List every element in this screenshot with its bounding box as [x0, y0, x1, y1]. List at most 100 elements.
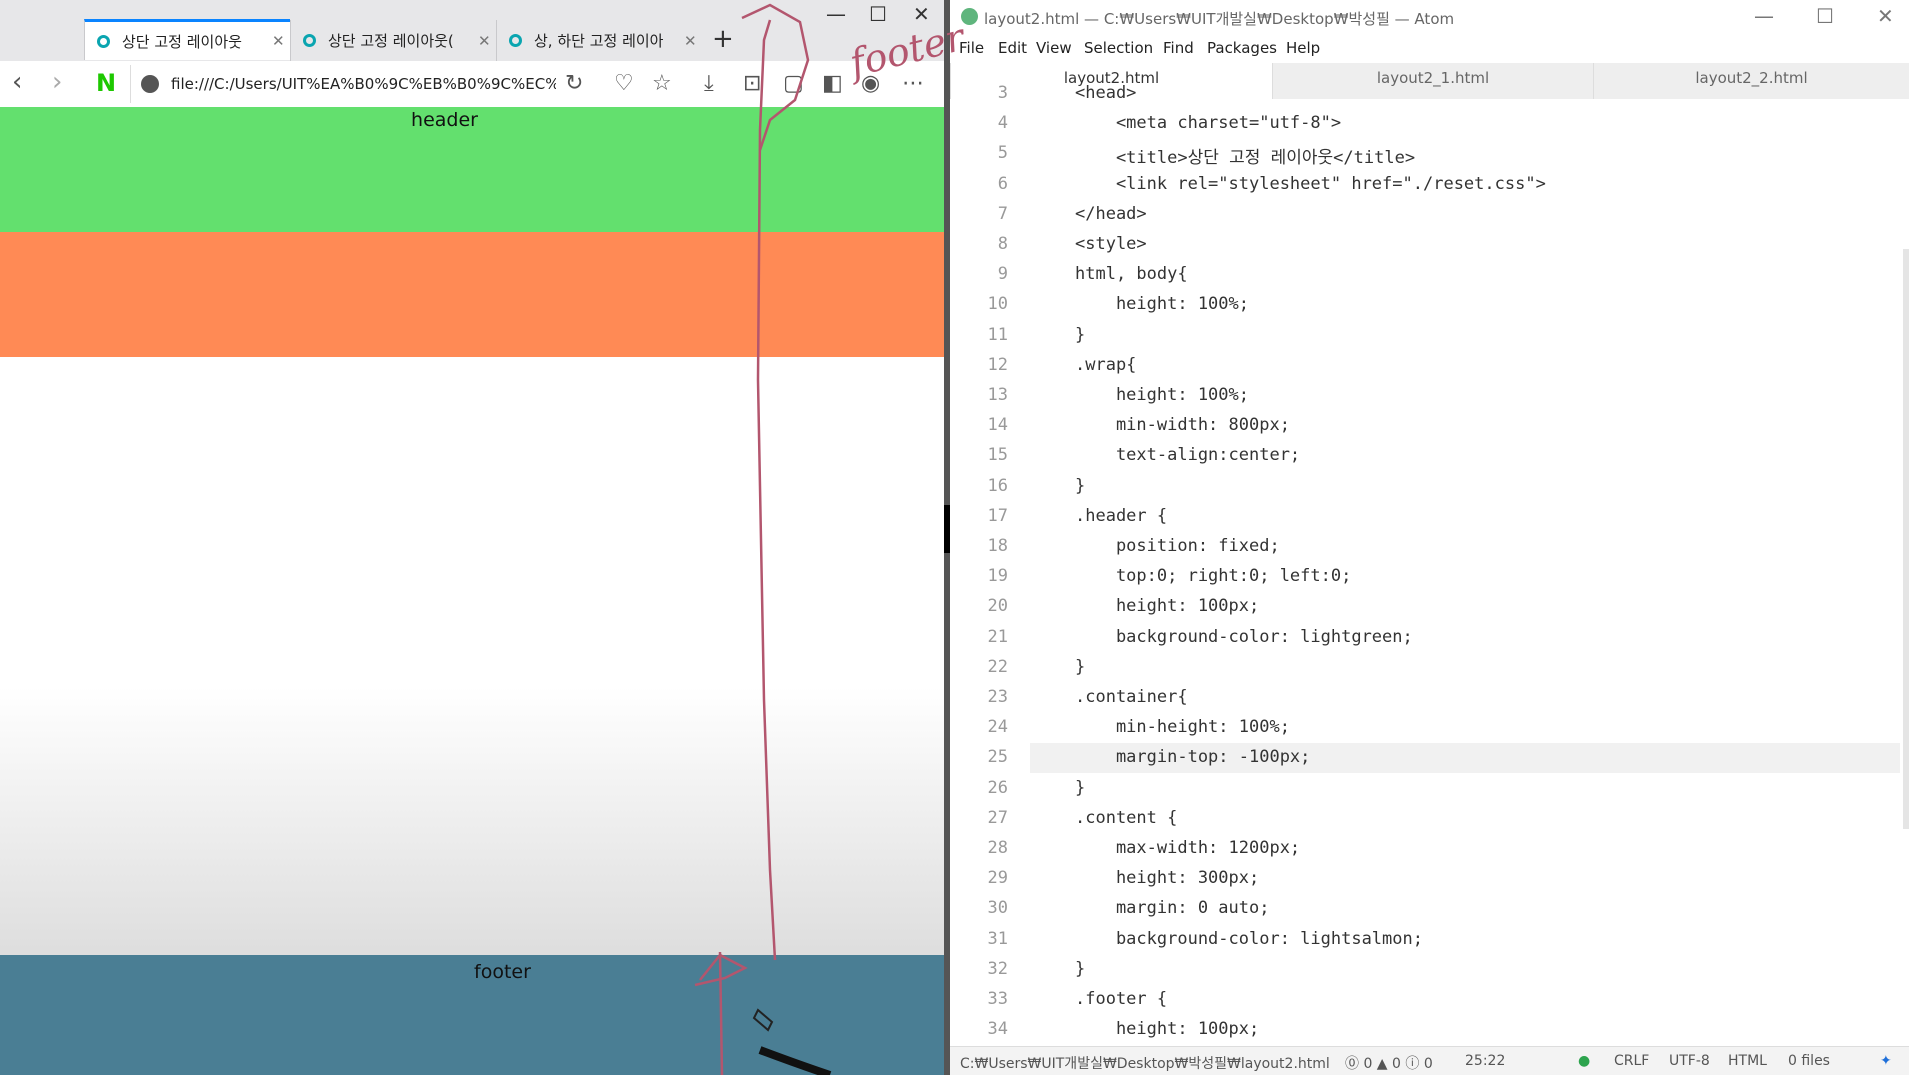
code-editor[interactable]: 3 4 5 6 7 8 9 10 11 12 13 14 15 16 17 18 19 20 21 22 23 24 25 2… [950, 83, 1909, 1046]
minimize-icon[interactable]: — [1754, 4, 1774, 28]
line-number: 10 [987, 294, 1008, 315]
reader-icon[interactable]: ▢ [783, 71, 804, 96]
menu-file[interactable]: File [959, 39, 984, 57]
site-info-icon[interactable] [141, 75, 159, 93]
file-count[interactable]: 0 files [1788, 1053, 1830, 1069]
menu-help[interactable]: Help [1286, 39, 1320, 57]
loading-icon [97, 34, 110, 48]
code-line[interactable]: height: 100%; [1075, 385, 1249, 405]
menu-find[interactable]: Find [1163, 39, 1194, 57]
naver-logo-icon[interactable]: N [96, 69, 116, 97]
tab-title: 상, 하단 고정 레이아 [534, 32, 664, 50]
line-number: 20 [987, 596, 1008, 617]
atom-titlebar: layout2.html — C:₩Users₩UIT개발실₩Desktop₩박… [950, 0, 1909, 33]
line-number: 8 [997, 234, 1008, 254]
address-bar[interactable]: file:///C:/Users/UIT%EA%B0%9C%EB%B0%9C%E… [130, 65, 556, 103]
diagnostics-count[interactable]: ⓪ 0 ▲ 0 ⓘ 0 [1345, 1053, 1433, 1073]
line-ending[interactable]: CRLF [1614, 1053, 1649, 1069]
tab-layout2-1[interactable]: layout2_1.html [1272, 63, 1593, 99]
sidebar-icon[interactable]: ◧ [822, 71, 843, 96]
code-line[interactable]: } [1075, 959, 1085, 979]
line-number: 31 [987, 928, 1008, 949]
code-line[interactable]: background-color: lightgreen; [1075, 627, 1413, 647]
close-tab-icon[interactable]: ✕ [272, 32, 285, 50]
browser-tab-1[interactable]: 상단 고정 레이아웃 ✕ [84, 19, 290, 60]
menu-more-icon[interactable]: ⋯ [902, 71, 924, 96]
navigation-bar: ‹ › N file:///C:/Users/UIT%EA%B0%9C%EB%B… [0, 61, 945, 108]
code-line[interactable]: height: 100%; [1075, 294, 1249, 314]
code-line[interactable]: } [1075, 325, 1085, 345]
code-line[interactable]: <style> [1075, 234, 1147, 254]
reload-icon[interactable]: ↻ [565, 71, 583, 96]
code-line[interactable]: <meta charset="utf-8"> [1075, 113, 1341, 133]
code-line[interactable]: min-height: 100%; [1075, 717, 1290, 737]
back-icon[interactable]: ‹ [12, 67, 22, 97]
encoding[interactable]: UTF-8 [1669, 1053, 1710, 1069]
code-line[interactable]: height: 100px; [1075, 1019, 1259, 1039]
code-line[interactable]: .content { [1075, 808, 1177, 828]
close-window-icon[interactable]: ✕ [913, 2, 930, 26]
url-text[interactable]: file:///C:/Users/UIT%EA%B0%9C%EB%B0%9C%E… [171, 75, 556, 93]
line-number: 16 [987, 475, 1008, 496]
code-line[interactable]: text-align:center; [1075, 445, 1300, 465]
line-number: 17 [987, 505, 1008, 526]
close-tab-icon[interactable]: ✕ [478, 32, 491, 50]
code-line[interactable]: .footer { [1075, 989, 1167, 1009]
menu-selection[interactable]: Selection [1084, 39, 1153, 57]
maximize-icon[interactable]: ☐ [869, 2, 887, 26]
browser-tab-3[interactable]: 상, 하단 고정 레이아 ✕ [496, 20, 701, 61]
code-line[interactable]: </head> [1075, 204, 1147, 224]
line-number: 13 [987, 385, 1008, 405]
line-number: 33 [987, 989, 1008, 1009]
grammar[interactable]: HTML [1728, 1053, 1767, 1069]
menu-bar: File Edit View Selection Find Packages H… [950, 33, 1909, 63]
download-icon[interactable]: ⤓ [704, 71, 714, 96]
code-line[interactable]: height: 100px; [1075, 596, 1259, 616]
code-line[interactable]: max-width: 1200px; [1075, 838, 1300, 858]
screenshot-icon[interactable]: ⊡ [743, 71, 761, 96]
code-line[interactable]: } [1075, 476, 1085, 496]
bookmark-star-icon[interactable]: ☆ [652, 71, 672, 96]
line-number: 22 [987, 656, 1008, 677]
line-number: 27 [987, 807, 1008, 828]
close-tab-icon[interactable]: ✕ [684, 32, 697, 50]
account-icon[interactable]: ◉ [861, 71, 880, 96]
bird-icon[interactable]: ✦ [1880, 1053, 1892, 1069]
git-status-icon: ● [1578, 1053, 1591, 1069]
menu-view[interactable]: View [1036, 39, 1072, 57]
code-line[interactable]: position: fixed; [1075, 536, 1280, 556]
line-number: 6 [997, 173, 1008, 194]
close-window-icon[interactable]: ✕ [1877, 4, 1894, 28]
code-line[interactable]: height: 300px; [1075, 868, 1259, 888]
minimize-icon[interactable]: — [826, 2, 846, 26]
maximize-icon[interactable]: ☐ [1816, 4, 1834, 28]
code-line[interactable]: <head> [1075, 83, 1136, 103]
browser-tab-2[interactable]: 상단 고정 레이아웃( ✕ [290, 20, 496, 61]
forward-icon[interactable]: › [52, 67, 62, 97]
code-line[interactable]: background-color: lightsalmon; [1075, 929, 1423, 949]
code-line[interactable]: .wrap{ [1075, 355, 1136, 375]
cursor-position[interactable]: 25:22 [1465, 1053, 1505, 1069]
code-line[interactable]: <title>상단 고정 레이아웃</title> [1075, 143, 1415, 168]
code-line[interactable]: top:0; right:0; left:0; [1075, 566, 1351, 586]
code-line[interactable]: } [1075, 657, 1085, 677]
new-tab-icon[interactable]: + [712, 24, 734, 54]
line-number: 23 [987, 687, 1008, 707]
code-line[interactable]: <link rel="stylesheet" href="./reset.css… [1075, 174, 1546, 194]
menu-edit[interactable]: Edit [998, 39, 1027, 57]
code-line[interactable]: .container{ [1075, 687, 1188, 707]
tab-layout2-2[interactable]: layout2_2.html [1593, 63, 1909, 99]
code-line[interactable]: .header { [1075, 506, 1167, 526]
pocket-icon[interactable]: ♡ [614, 71, 634, 96]
code-line[interactable]: html, body{ [1075, 264, 1188, 284]
code-line[interactable]: min-width: 800px; [1075, 415, 1290, 435]
code-line[interactable]: margin: 0 auto; [1075, 898, 1270, 918]
line-number: 9 [997, 264, 1008, 285]
editor-scrollbar[interactable] [1903, 249, 1909, 829]
code-line[interactable]: margin-top: -100px; [1075, 747, 1310, 767]
code-line[interactable]: } [1075, 778, 1085, 798]
menu-packages[interactable]: Packages [1207, 39, 1277, 57]
file-path[interactable]: C:₩Users₩UIT개발실₩Desktop₩박성필₩layout2.html [960, 1053, 1330, 1073]
line-number: 5 [997, 143, 1008, 164]
line-number: 4 [997, 113, 1008, 134]
